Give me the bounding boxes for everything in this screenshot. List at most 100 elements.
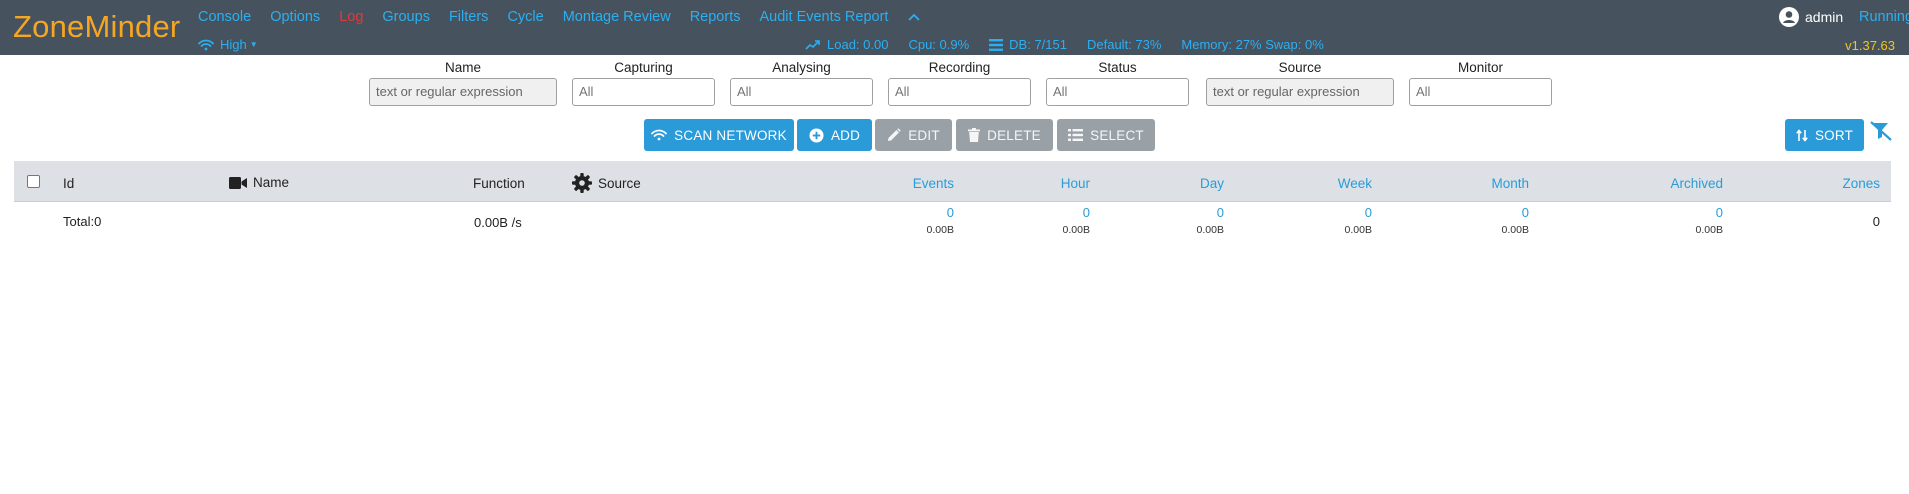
select-label: SELECT [1090, 127, 1144, 143]
delete-label: DELETE [987, 127, 1041, 143]
total-archived-size: 0.00B [1695, 224, 1723, 236]
list-icon [1068, 129, 1084, 141]
total-events-count[interactable]: 0 [854, 205, 954, 220]
sort-icon [1796, 128, 1808, 142]
filter-name: Name text or regular expression [369, 60, 557, 106]
user-menu[interactable]: admin [1779, 7, 1843, 27]
column-day[interactable]: Day [1124, 176, 1224, 191]
total-events-size: 0.00B [926, 224, 954, 236]
username: admin [1805, 9, 1844, 25]
filter-capturing-label: Capturing [614, 60, 673, 75]
total-day-size: 0.00B [1196, 224, 1224, 236]
cpu-stat: Cpu: 0.9% [908, 37, 969, 52]
total-month-count[interactable]: 0 [1429, 205, 1529, 220]
filter-analysing-label: Analysing [772, 60, 831, 75]
filter-status-label: Status [1098, 60, 1137, 75]
bandwidth-label: High [220, 37, 247, 52]
filter-source: Source text or regular expression [1206, 60, 1394, 106]
video-camera-icon [229, 176, 247, 189]
column-source[interactable]: Source [572, 173, 641, 193]
bandwidth-selector[interactable]: High ▼ [198, 37, 258, 52]
default-storage-stat: Default: 73% [1087, 37, 1161, 52]
column-zones[interactable]: Zones [1780, 176, 1880, 191]
column-hour[interactable]: Hour [990, 176, 1090, 191]
filter-analysing: Analysing All [730, 60, 873, 106]
default-storage-value: Default: 73% [1086, 37, 1162, 52]
scan-network-label: SCAN NETWORK [674, 127, 787, 143]
filter-recording-select[interactable]: All [888, 78, 1031, 106]
nav-montage-review[interactable]: Montage Review [563, 9, 671, 25]
nav-cycle[interactable]: Cycle [507, 9, 543, 25]
column-month[interactable]: Month [1429, 176, 1529, 191]
edit-label: EDIT [908, 127, 940, 143]
filter-source-input[interactable]: text or regular expression [1206, 78, 1394, 106]
filter-status-select[interactable]: All [1046, 78, 1189, 106]
column-name-label: Name [253, 175, 290, 190]
total-day-count[interactable]: 0 [1124, 205, 1224, 220]
filter-name-input[interactable]: text or regular expression [369, 78, 557, 106]
column-archived[interactable]: Archived [1623, 176, 1723, 191]
total-hour-size: 0.00B [1062, 224, 1090, 236]
pencil-icon [888, 128, 902, 141]
add-monitor-button[interactable]: ADD [797, 119, 872, 151]
filter-monitor-label: Monitor [1457, 60, 1503, 75]
user-avatar-icon [1779, 7, 1799, 27]
filter-monitor-select[interactable]: All [1409, 78, 1552, 106]
nav-reports[interactable]: Reports [690, 9, 741, 25]
select-all-checkbox[interactable] [27, 175, 40, 188]
nav-options[interactable]: Options [270, 9, 320, 25]
filter-recording: Recording All [888, 60, 1031, 106]
column-name[interactable]: Name [229, 175, 289, 190]
filter-capturing-select[interactable]: All [572, 78, 715, 106]
top-navbar: ZoneMinder Console Options Log Groups Fi… [0, 0, 1909, 55]
db-value: DB: 7/151 [1009, 37, 1067, 52]
clear-filter-icon[interactable] [1870, 121, 1892, 144]
total-zones: 0 [1872, 214, 1880, 229]
load-stat: Load: 0.00 [805, 37, 888, 52]
scan-network-button[interactable]: SCAN NETWORK [644, 119, 794, 151]
filter-recording-label: Recording [928, 60, 991, 75]
version-label[interactable]: v1.37.63 [1845, 38, 1895, 53]
memory-stat: Memory: 27% Swap: 0% [1181, 37, 1323, 52]
load-value: Load: 0.00 [827, 37, 889, 52]
select-button[interactable]: SELECT [1057, 119, 1155, 151]
filter-analysing-select[interactable]: All [730, 78, 873, 106]
wifi-icon [198, 39, 214, 51]
caret-down-icon: ▼ [249, 40, 258, 49]
total-hour-count[interactable]: 0 [990, 205, 1090, 220]
column-week[interactable]: Week [1272, 176, 1372, 191]
cpu-value: Cpu: 0.9% [908, 37, 970, 52]
edit-button[interactable]: EDIT [875, 119, 952, 151]
nav-log[interactable]: Log [339, 9, 363, 25]
total-label: Total:0 [63, 214, 102, 229]
filter-status: Status All [1046, 60, 1189, 106]
column-events[interactable]: Events [854, 176, 954, 191]
add-label: ADD [830, 127, 861, 143]
system-status[interactable]: Running [1859, 9, 1909, 25]
filter-capturing: Capturing All [572, 60, 715, 106]
total-week-size: 0.00B [1344, 224, 1372, 236]
filter-monitor: Monitor All [1409, 60, 1552, 106]
total-week-count[interactable]: 0 [1272, 205, 1372, 220]
filter-source-label: Source [1278, 60, 1322, 75]
main-nav: Console Options Log Groups Filters Cycle… [198, 9, 921, 25]
collapse-nav-icon[interactable] [908, 10, 921, 24]
nav-console[interactable]: Console [198, 9, 251, 25]
add-circle-icon [809, 127, 824, 143]
db-stat[interactable]: DB: 7/151 [989, 37, 1067, 52]
nav-audit-events-report[interactable]: Audit Events Report [759, 9, 888, 25]
trend-icon [805, 39, 820, 50]
column-function[interactable]: Function [473, 176, 525, 191]
list-icon [989, 38, 1004, 51]
system-stats: Load: 0.00 Cpu: 0.9% DB: 7/151 Default: … [805, 37, 1344, 52]
sort-button[interactable]: SORT [1785, 119, 1864, 151]
column-id[interactable]: Id [63, 176, 74, 191]
delete-button[interactable]: DELETE [956, 119, 1053, 151]
nav-groups[interactable]: Groups [382, 9, 430, 25]
column-source-label: Source [598, 175, 641, 191]
nav-filters[interactable]: Filters [449, 9, 488, 25]
filter-name-label: Name [444, 60, 481, 75]
trash-icon [968, 128, 981, 142]
app-logo[interactable]: ZoneMinder [13, 9, 180, 45]
total-archived-count[interactable]: 0 [1623, 205, 1723, 220]
